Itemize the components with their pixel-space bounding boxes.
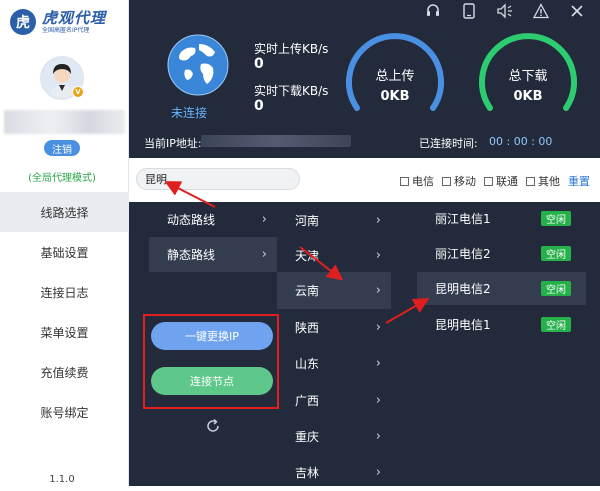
checkbox-icon xyxy=(484,177,493,186)
province-item[interactable]: 重庆› xyxy=(277,418,391,455)
mobile-icon[interactable] xyxy=(458,2,480,20)
isp-checkbox-unicom[interactable]: 联通 xyxy=(484,173,518,189)
globe-icon xyxy=(167,34,229,96)
province-list: 河南› 天津› 云南› 陕西› 山东› 广西› 重庆› 吉林› xyxy=(277,202,417,486)
username-redacted xyxy=(4,110,125,134)
province-item-selected[interactable]: 云南› xyxy=(277,272,391,309)
warning-icon[interactable] xyxy=(530,2,552,20)
vip-badge: V xyxy=(72,86,84,98)
total-download-value: 0KB xyxy=(476,89,580,104)
chevron-right-icon: › xyxy=(376,248,381,263)
province-item[interactable]: 河南› xyxy=(277,202,391,239)
checkbox-icon xyxy=(442,177,451,186)
search-input[interactable] xyxy=(145,173,290,186)
current-ip-redacted xyxy=(201,135,351,147)
chevron-right-icon: › xyxy=(376,429,381,444)
route-static[interactable]: 静态路线 › xyxy=(149,237,277,272)
chevron-right-icon: › xyxy=(376,465,381,480)
node-list: 丽江电信1 空闲 丽江电信2 空闲 昆明电信2 空闲 昆明电信1 空闲 xyxy=(417,202,600,486)
download-speed-value: 0 xyxy=(254,98,264,114)
speaker-icon[interactable] xyxy=(494,2,516,20)
connected-time-value: 00 : 00 : 00 xyxy=(489,135,552,148)
app-subtitle: 全国高匿名IP代理 xyxy=(42,27,106,35)
headset-support-icon[interactable] xyxy=(422,2,444,20)
app-logo: 虎 虎观代理 全国高匿名IP代理 xyxy=(0,0,129,44)
proxy-mode-label: (全局代理模式) xyxy=(0,169,124,184)
isp-checkbox-other[interactable]: 其他 xyxy=(526,173,560,189)
close-icon[interactable] xyxy=(566,2,588,20)
search-icon[interactable] xyxy=(290,173,291,186)
chevron-right-icon: › xyxy=(376,213,381,228)
route-static-label: 静态路线 xyxy=(167,246,215,263)
chevron-right-icon: › xyxy=(262,247,267,262)
app-title: 虎观代理 xyxy=(42,10,106,27)
status-badge: 空闲 xyxy=(541,317,571,332)
status-badge: 空闲 xyxy=(541,246,571,261)
sidebar-item-menu-settings[interactable]: 菜单设置 xyxy=(0,312,129,352)
province-item[interactable]: 陕西› xyxy=(277,309,391,346)
route-dynamic-label: 动态路线 xyxy=(167,211,215,228)
node-name: 昆明电信2 xyxy=(435,280,491,297)
tiger-logo-icon: 虎 xyxy=(10,9,36,35)
title-bar-icons xyxy=(422,2,588,20)
current-ip-label: 当前IP地址: xyxy=(144,135,202,151)
sidebar-item-recharge[interactable]: 充值续费 xyxy=(0,352,129,392)
node-item-selected[interactable]: 昆明电信2 空闲 xyxy=(417,272,586,305)
isp-checkbox-mobile[interactable]: 移动 xyxy=(442,173,476,189)
node-name: 丽江电信1 xyxy=(435,210,491,227)
checkbox-icon xyxy=(526,177,535,186)
province-item[interactable]: 山东› xyxy=(277,345,391,382)
total-upload-label: 总上传 xyxy=(343,65,447,84)
node-item[interactable]: 丽江电信2 空闲 xyxy=(417,237,586,270)
province-item[interactable]: 吉林› xyxy=(277,454,391,491)
download-speed-label: 实时下载KB/s xyxy=(254,82,328,99)
reset-link[interactable]: 重置 xyxy=(568,173,590,189)
isp-filters: 电信 移动 联通 其他 重置 xyxy=(400,173,590,189)
connected-time-label: 已连接时间: xyxy=(419,135,478,151)
chevron-right-icon: › xyxy=(376,356,381,371)
sidebar: 虎 虎观代理 全国高匿名IP代理 V 注销 (全局代理模式) 线路选择 基础设置… xyxy=(0,0,129,486)
sidebar-item-account-binding[interactable]: 账号绑定 xyxy=(0,392,129,432)
sidebar-item-connection-log[interactable]: 连接日志 xyxy=(0,272,129,312)
upload-speed-value: 0 xyxy=(254,56,264,72)
connect-node-button[interactable]: 连接节点 xyxy=(151,367,273,395)
checkbox-icon xyxy=(400,177,409,186)
chevron-right-icon: › xyxy=(376,283,381,298)
isp-checkbox-telecom[interactable]: 电信 xyxy=(400,173,434,189)
route-dynamic[interactable]: 动态路线 › xyxy=(149,202,277,237)
logout-button[interactable]: 注销 xyxy=(44,140,80,156)
province-item[interactable]: 天津› xyxy=(277,237,391,274)
node-name: 丽江电信2 xyxy=(435,245,491,262)
version-label: 1.1.0 xyxy=(0,474,124,485)
connection-status: 未连接 xyxy=(171,104,207,121)
sidebar-item-basic-settings[interactable]: 基础设置 xyxy=(0,232,129,272)
sidebar-item-route-select[interactable]: 线路选择 xyxy=(0,192,129,232)
chevron-right-icon: › xyxy=(376,393,381,408)
status-badge: 空闲 xyxy=(541,211,571,226)
chevron-right-icon: › xyxy=(376,320,381,335)
refresh-icon[interactable] xyxy=(205,418,221,434)
chevron-right-icon: › xyxy=(262,212,267,227)
upload-speed-label: 实时上传KB/s xyxy=(254,40,328,57)
node-name: 昆明电信1 xyxy=(435,316,491,333)
province-item[interactable]: 广西› xyxy=(277,382,391,419)
main-panel: 未连接 实时上传KB/s 0 实时下载KB/s 0 总上传 0KB 总下载 0K… xyxy=(129,0,600,486)
node-item[interactable]: 丽江电信1 空闲 xyxy=(417,202,586,235)
sidebar-nav: 线路选择 基础设置 连接日志 菜单设置 充值续费 账号绑定 xyxy=(0,192,129,432)
change-ip-button[interactable]: 一键更换IP xyxy=(151,322,273,350)
filter-bar: 电信 移动 联通 其他 重置 xyxy=(129,158,600,202)
total-upload-value: 0KB xyxy=(343,89,447,104)
total-download-label: 总下载 xyxy=(476,65,580,84)
node-item[interactable]: 昆明电信1 空闲 xyxy=(417,308,586,341)
search-box xyxy=(136,168,300,190)
status-badge: 空闲 xyxy=(541,281,571,296)
